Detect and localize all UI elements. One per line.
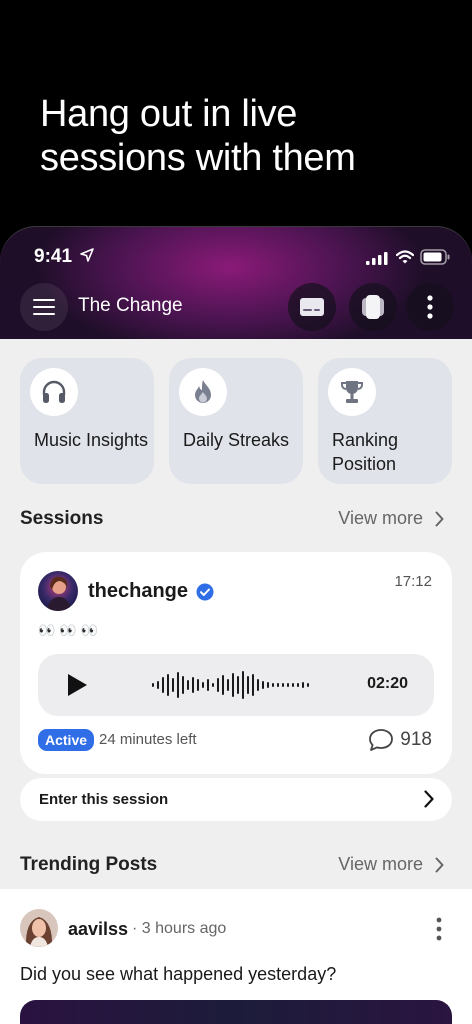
cards-stack-button[interactable]	[349, 283, 397, 331]
location-arrow-icon	[80, 248, 94, 262]
trending-heading: Trending Posts	[20, 854, 158, 875]
avatar-image	[20, 909, 58, 947]
more-vertical-icon	[427, 295, 433, 319]
avatar[interactable]	[20, 909, 58, 947]
tile-label: Ranking Position	[332, 430, 399, 474]
feature-tiles: Music Insights Daily Streaks Ranking Pos…	[20, 358, 452, 484]
card-button[interactable]	[288, 283, 336, 331]
phone-screen: 9:41 The Change Music Insights Daily Str…	[0, 226, 472, 1024]
tile-label: Daily Streaks	[183, 430, 290, 450]
verified-badge-icon	[196, 583, 214, 600]
session-description: 👀 👀 👀	[38, 622, 99, 638]
status-bar: 9:41	[0, 227, 472, 287]
flame-icon	[195, 380, 211, 403]
tile-daily-streaks[interactable]: Daily Streaks	[169, 358, 303, 484]
avatar[interactable]	[38, 571, 78, 611]
comment-bubble-icon[interactable]	[368, 728, 394, 752]
sessions-view-more[interactable]: View more	[338, 508, 444, 529]
sessions-heading: Sessions	[20, 508, 104, 529]
tile-music-insights[interactable]: Music Insights	[20, 358, 154, 484]
post-card[interactable]: aavilss · 3 hours ago Did you see what h…	[0, 889, 472, 1024]
more-vertical-icon[interactable]	[436, 917, 442, 941]
card-icon	[300, 298, 324, 316]
session-username: thechange	[88, 580, 189, 602]
tile-label: Music Insights	[34, 430, 149, 450]
avatar-image	[38, 571, 78, 611]
trending-view-more[interactable]: View more	[338, 854, 444, 875]
post-timestamp: · 3 hours ago	[132, 920, 227, 937]
enter-session-button[interactable]: Enter this session	[20, 778, 452, 821]
chevron-right-icon	[435, 857, 444, 872]
trophy-icon	[341, 381, 363, 403]
tile-icon-wrap	[179, 368, 227, 416]
hamburger-menu-icon	[33, 299, 55, 315]
waveform[interactable]	[152, 670, 312, 700]
cards-stack-icon	[362, 295, 384, 319]
tile-icon-wrap	[328, 368, 376, 416]
more-options-button[interactable]	[406, 283, 454, 331]
cellular-signal-icon	[366, 252, 388, 265]
app-bar: The Change	[0, 283, 472, 331]
view-more-label: View more	[338, 508, 423, 528]
play-icon[interactable]	[66, 673, 88, 697]
post-media[interactable]	[20, 1000, 452, 1024]
enter-session-label: Enter this session	[39, 791, 169, 808]
comment-count: 918	[400, 729, 432, 750]
promo-headline: Hang out in live sessions with them	[40, 93, 356, 179]
page-title: The Change	[78, 295, 183, 316]
post-text: Did you see what happened yesterday?	[20, 964, 337, 984]
battery-icon	[420, 249, 450, 265]
menu-button[interactable]	[20, 283, 68, 331]
tile-ranking-position[interactable]: Ranking Position	[318, 358, 452, 484]
tile-icon-wrap	[30, 368, 78, 416]
app-header: 9:41 The Change	[0, 227, 472, 339]
status-badge: Active	[38, 729, 95, 751]
headphones-icon	[42, 380, 66, 403]
post-username[interactable]: aavilss	[68, 919, 128, 940]
wifi-icon	[396, 250, 414, 264]
session-host[interactable]: thechange	[88, 580, 214, 603]
audio-duration: 02:20	[367, 675, 408, 692]
audio-player: 02:20	[38, 654, 434, 716]
view-more-label: View more	[338, 854, 423, 874]
time-remaining: 24 minutes left	[99, 731, 197, 748]
session-card[interactable]: thechange 17:12 👀 👀 👀 02:20 Active 24 mi…	[20, 552, 452, 774]
chevron-right-icon	[435, 511, 444, 526]
status-time: 9:41	[34, 246, 73, 267]
chevron-right-icon	[424, 790, 434, 808]
session-timestamp: 17:12	[394, 573, 432, 590]
